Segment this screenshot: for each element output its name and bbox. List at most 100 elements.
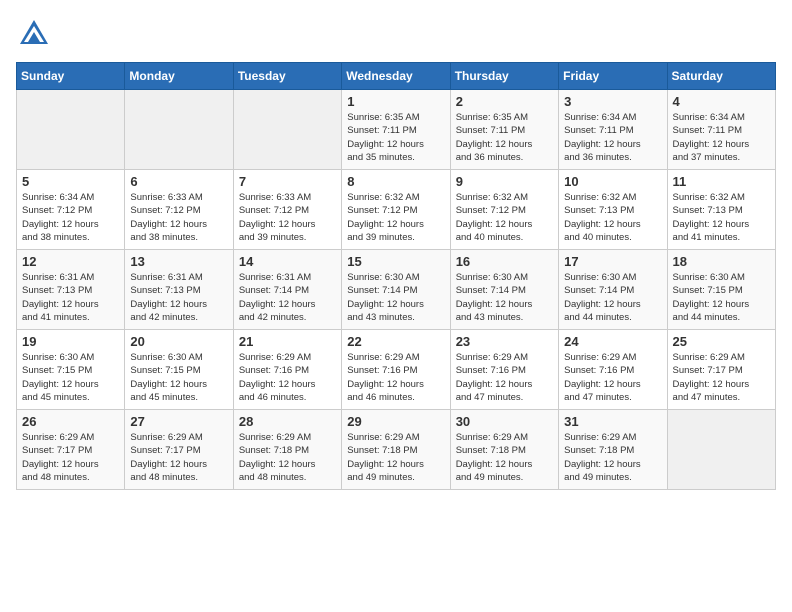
day-number: 17 — [564, 254, 661, 269]
day-number: 22 — [347, 334, 444, 349]
calendar-cell: 8 Sunrise: 6:32 AM Sunset: 7:12 PM Daylig… — [342, 170, 450, 250]
day-number: 2 — [456, 94, 553, 109]
calendar-cell: 15 Sunrise: 6:30 AM Sunset: 7:14 PM Dayli… — [342, 250, 450, 330]
day-number: 30 — [456, 414, 553, 429]
calendar-cell: 25 Sunrise: 6:29 AM Sunset: 7:17 PM Dayli… — [667, 330, 775, 410]
week-row-3: 12 Sunrise: 6:31 AM Sunset: 7:13 PM Dayli… — [17, 250, 776, 330]
calendar-cell: 3 Sunrise: 6:34 AM Sunset: 7:11 PM Daylig… — [559, 90, 667, 170]
day-info: Sunrise: 6:33 AM Sunset: 7:12 PM Dayligh… — [239, 191, 336, 244]
day-info: Sunrise: 6:32 AM Sunset: 7:13 PM Dayligh… — [673, 191, 770, 244]
day-number: 12 — [22, 254, 119, 269]
day-info: Sunrise: 6:29 AM Sunset: 7:17 PM Dayligh… — [673, 351, 770, 404]
week-row-4: 19 Sunrise: 6:30 AM Sunset: 7:15 PM Dayli… — [17, 330, 776, 410]
calendar-cell: 24 Sunrise: 6:29 AM Sunset: 7:16 PM Dayli… — [559, 330, 667, 410]
calendar-header-row: SundayMondayTuesdayWednesdayThursdayFrid… — [17, 63, 776, 90]
day-number: 31 — [564, 414, 661, 429]
calendar-cell: 16 Sunrise: 6:30 AM Sunset: 7:14 PM Dayli… — [450, 250, 558, 330]
calendar-table: SundayMondayTuesdayWednesdayThursdayFrid… — [16, 62, 776, 490]
day-number: 4 — [673, 94, 770, 109]
column-header-monday: Monday — [125, 63, 233, 90]
week-row-1: 1 Sunrise: 6:35 AM Sunset: 7:11 PM Daylig… — [17, 90, 776, 170]
logo — [16, 16, 56, 52]
day-number: 26 — [22, 414, 119, 429]
calendar-cell: 7 Sunrise: 6:33 AM Sunset: 7:12 PM Daylig… — [233, 170, 341, 250]
day-number: 21 — [239, 334, 336, 349]
day-info: Sunrise: 6:34 AM Sunset: 7:11 PM Dayligh… — [564, 111, 661, 164]
calendar-cell: 31Sunrise: 6:29 AM Sunset: 7:18 PM Dayli… — [559, 410, 667, 490]
calendar-cell — [125, 90, 233, 170]
day-info: Sunrise: 6:35 AM Sunset: 7:11 PM Dayligh… — [347, 111, 444, 164]
day-number: 6 — [130, 174, 227, 189]
day-number: 19 — [22, 334, 119, 349]
day-number: 9 — [456, 174, 553, 189]
calendar-cell: 30 Sunrise: 6:29 AM Sunset: 7:18 PM Dayli… — [450, 410, 558, 490]
week-row-5: 26 Sunrise: 6:29 AM Sunset: 7:17 PM Dayli… — [17, 410, 776, 490]
day-number: 13 — [130, 254, 227, 269]
day-number: 15 — [347, 254, 444, 269]
column-header-friday: Friday — [559, 63, 667, 90]
day-info: Sunrise: 6:29 AM Sunset: 7:17 PM Dayligh… — [22, 431, 119, 484]
day-info: Sunrise: 6:30 AM Sunset: 7:14 PM Dayligh… — [456, 271, 553, 324]
logo-icon — [16, 16, 52, 52]
day-info: Sunrise: 6:35 AM Sunset: 7:11 PM Dayligh… — [456, 111, 553, 164]
day-info: Sunrise: 6:30 AM Sunset: 7:15 PM Dayligh… — [673, 271, 770, 324]
calendar-cell: 29 Sunrise: 6:29 AM Sunset: 7:18 PM Dayli… — [342, 410, 450, 490]
day-number: 25 — [673, 334, 770, 349]
day-number: 3 — [564, 94, 661, 109]
column-header-wednesday: Wednesday — [342, 63, 450, 90]
calendar-cell: 12 Sunrise: 6:31 AM Sunset: 7:13 PM Dayli… — [17, 250, 125, 330]
calendar-cell: 26 Sunrise: 6:29 AM Sunset: 7:17 PM Dayli… — [17, 410, 125, 490]
calendar-cell: 9 Sunrise: 6:32 AM Sunset: 7:12 PM Daylig… — [450, 170, 558, 250]
day-info: Sunrise: 6:34 AM Sunset: 7:12 PM Dayligh… — [22, 191, 119, 244]
day-number: 7 — [239, 174, 336, 189]
calendar-cell: 23 Sunrise: 6:29 AM Sunset: 7:16 PM Dayli… — [450, 330, 558, 410]
day-number: 16 — [456, 254, 553, 269]
calendar-cell — [667, 410, 775, 490]
day-number: 14 — [239, 254, 336, 269]
day-info: Sunrise: 6:32 AM Sunset: 7:13 PM Dayligh… — [564, 191, 661, 244]
day-info: Sunrise: 6:32 AM Sunset: 7:12 PM Dayligh… — [347, 191, 444, 244]
calendar-cell: 6Sunrise: 6:33 AM Sunset: 7:12 PM Daylig… — [125, 170, 233, 250]
day-info: Sunrise: 6:29 AM Sunset: 7:18 PM Dayligh… — [456, 431, 553, 484]
day-number: 10 — [564, 174, 661, 189]
calendar-cell: 21Sunrise: 6:29 AM Sunset: 7:16 PM Dayli… — [233, 330, 341, 410]
day-number: 23 — [456, 334, 553, 349]
day-info: Sunrise: 6:30 AM Sunset: 7:14 PM Dayligh… — [564, 271, 661, 324]
day-info: Sunrise: 6:32 AM Sunset: 7:12 PM Dayligh… — [456, 191, 553, 244]
calendar-cell: 27Sunrise: 6:29 AM Sunset: 7:17 PM Dayli… — [125, 410, 233, 490]
calendar-cell — [233, 90, 341, 170]
day-info: Sunrise: 6:31 AM Sunset: 7:13 PM Dayligh… — [130, 271, 227, 324]
day-number: 18 — [673, 254, 770, 269]
day-info: Sunrise: 6:29 AM Sunset: 7:16 PM Dayligh… — [564, 351, 661, 404]
day-info: Sunrise: 6:34 AM Sunset: 7:11 PM Dayligh… — [673, 111, 770, 164]
day-number: 28 — [239, 414, 336, 429]
calendar-cell: 28 Sunrise: 6:29 AM Sunset: 7:18 PM Dayli… — [233, 410, 341, 490]
calendar-cell: 20 Sunrise: 6:30 AM Sunset: 7:15 PM Dayli… — [125, 330, 233, 410]
day-number: 8 — [347, 174, 444, 189]
day-info: Sunrise: 6:29 AM Sunset: 7:18 PM Dayligh… — [347, 431, 444, 484]
calendar-cell: 4 Sunrise: 6:34 AM Sunset: 7:11 PM Daylig… — [667, 90, 775, 170]
day-info: Sunrise: 6:31 AM Sunset: 7:13 PM Dayligh… — [22, 271, 119, 324]
calendar-cell: 5Sunrise: 6:34 AM Sunset: 7:12 PM Daylig… — [17, 170, 125, 250]
day-info: Sunrise: 6:29 AM Sunset: 7:18 PM Dayligh… — [239, 431, 336, 484]
page-header — [16, 16, 776, 52]
calendar-cell: 22 Sunrise: 6:29 AM Sunset: 7:16 PM Dayli… — [342, 330, 450, 410]
column-header-sunday: Sunday — [17, 63, 125, 90]
day-info: Sunrise: 6:30 AM Sunset: 7:15 PM Dayligh… — [130, 351, 227, 404]
calendar-cell: 13 Sunrise: 6:31 AM Sunset: 7:13 PM Dayli… — [125, 250, 233, 330]
day-info: Sunrise: 6:30 AM Sunset: 7:15 PM Dayligh… — [22, 351, 119, 404]
day-info: Sunrise: 6:30 AM Sunset: 7:14 PM Dayligh… — [347, 271, 444, 324]
day-number: 24 — [564, 334, 661, 349]
day-number: 20 — [130, 334, 227, 349]
calendar-cell: 17 Sunrise: 6:30 AM Sunset: 7:14 PM Dayli… — [559, 250, 667, 330]
column-header-thursday: Thursday — [450, 63, 558, 90]
day-info: Sunrise: 6:29 AM Sunset: 7:17 PM Dayligh… — [130, 431, 227, 484]
calendar-cell: 19 Sunrise: 6:30 AM Sunset: 7:15 PM Dayli… — [17, 330, 125, 410]
day-number: 29 — [347, 414, 444, 429]
day-number: 11 — [673, 174, 770, 189]
calendar-cell — [17, 90, 125, 170]
day-info: Sunrise: 6:29 AM Sunset: 7:16 PM Dayligh… — [456, 351, 553, 404]
day-info: Sunrise: 6:29 AM Sunset: 7:16 PM Dayligh… — [347, 351, 444, 404]
day-number: 1 — [347, 94, 444, 109]
day-info: Sunrise: 6:31 AM Sunset: 7:14 PM Dayligh… — [239, 271, 336, 324]
